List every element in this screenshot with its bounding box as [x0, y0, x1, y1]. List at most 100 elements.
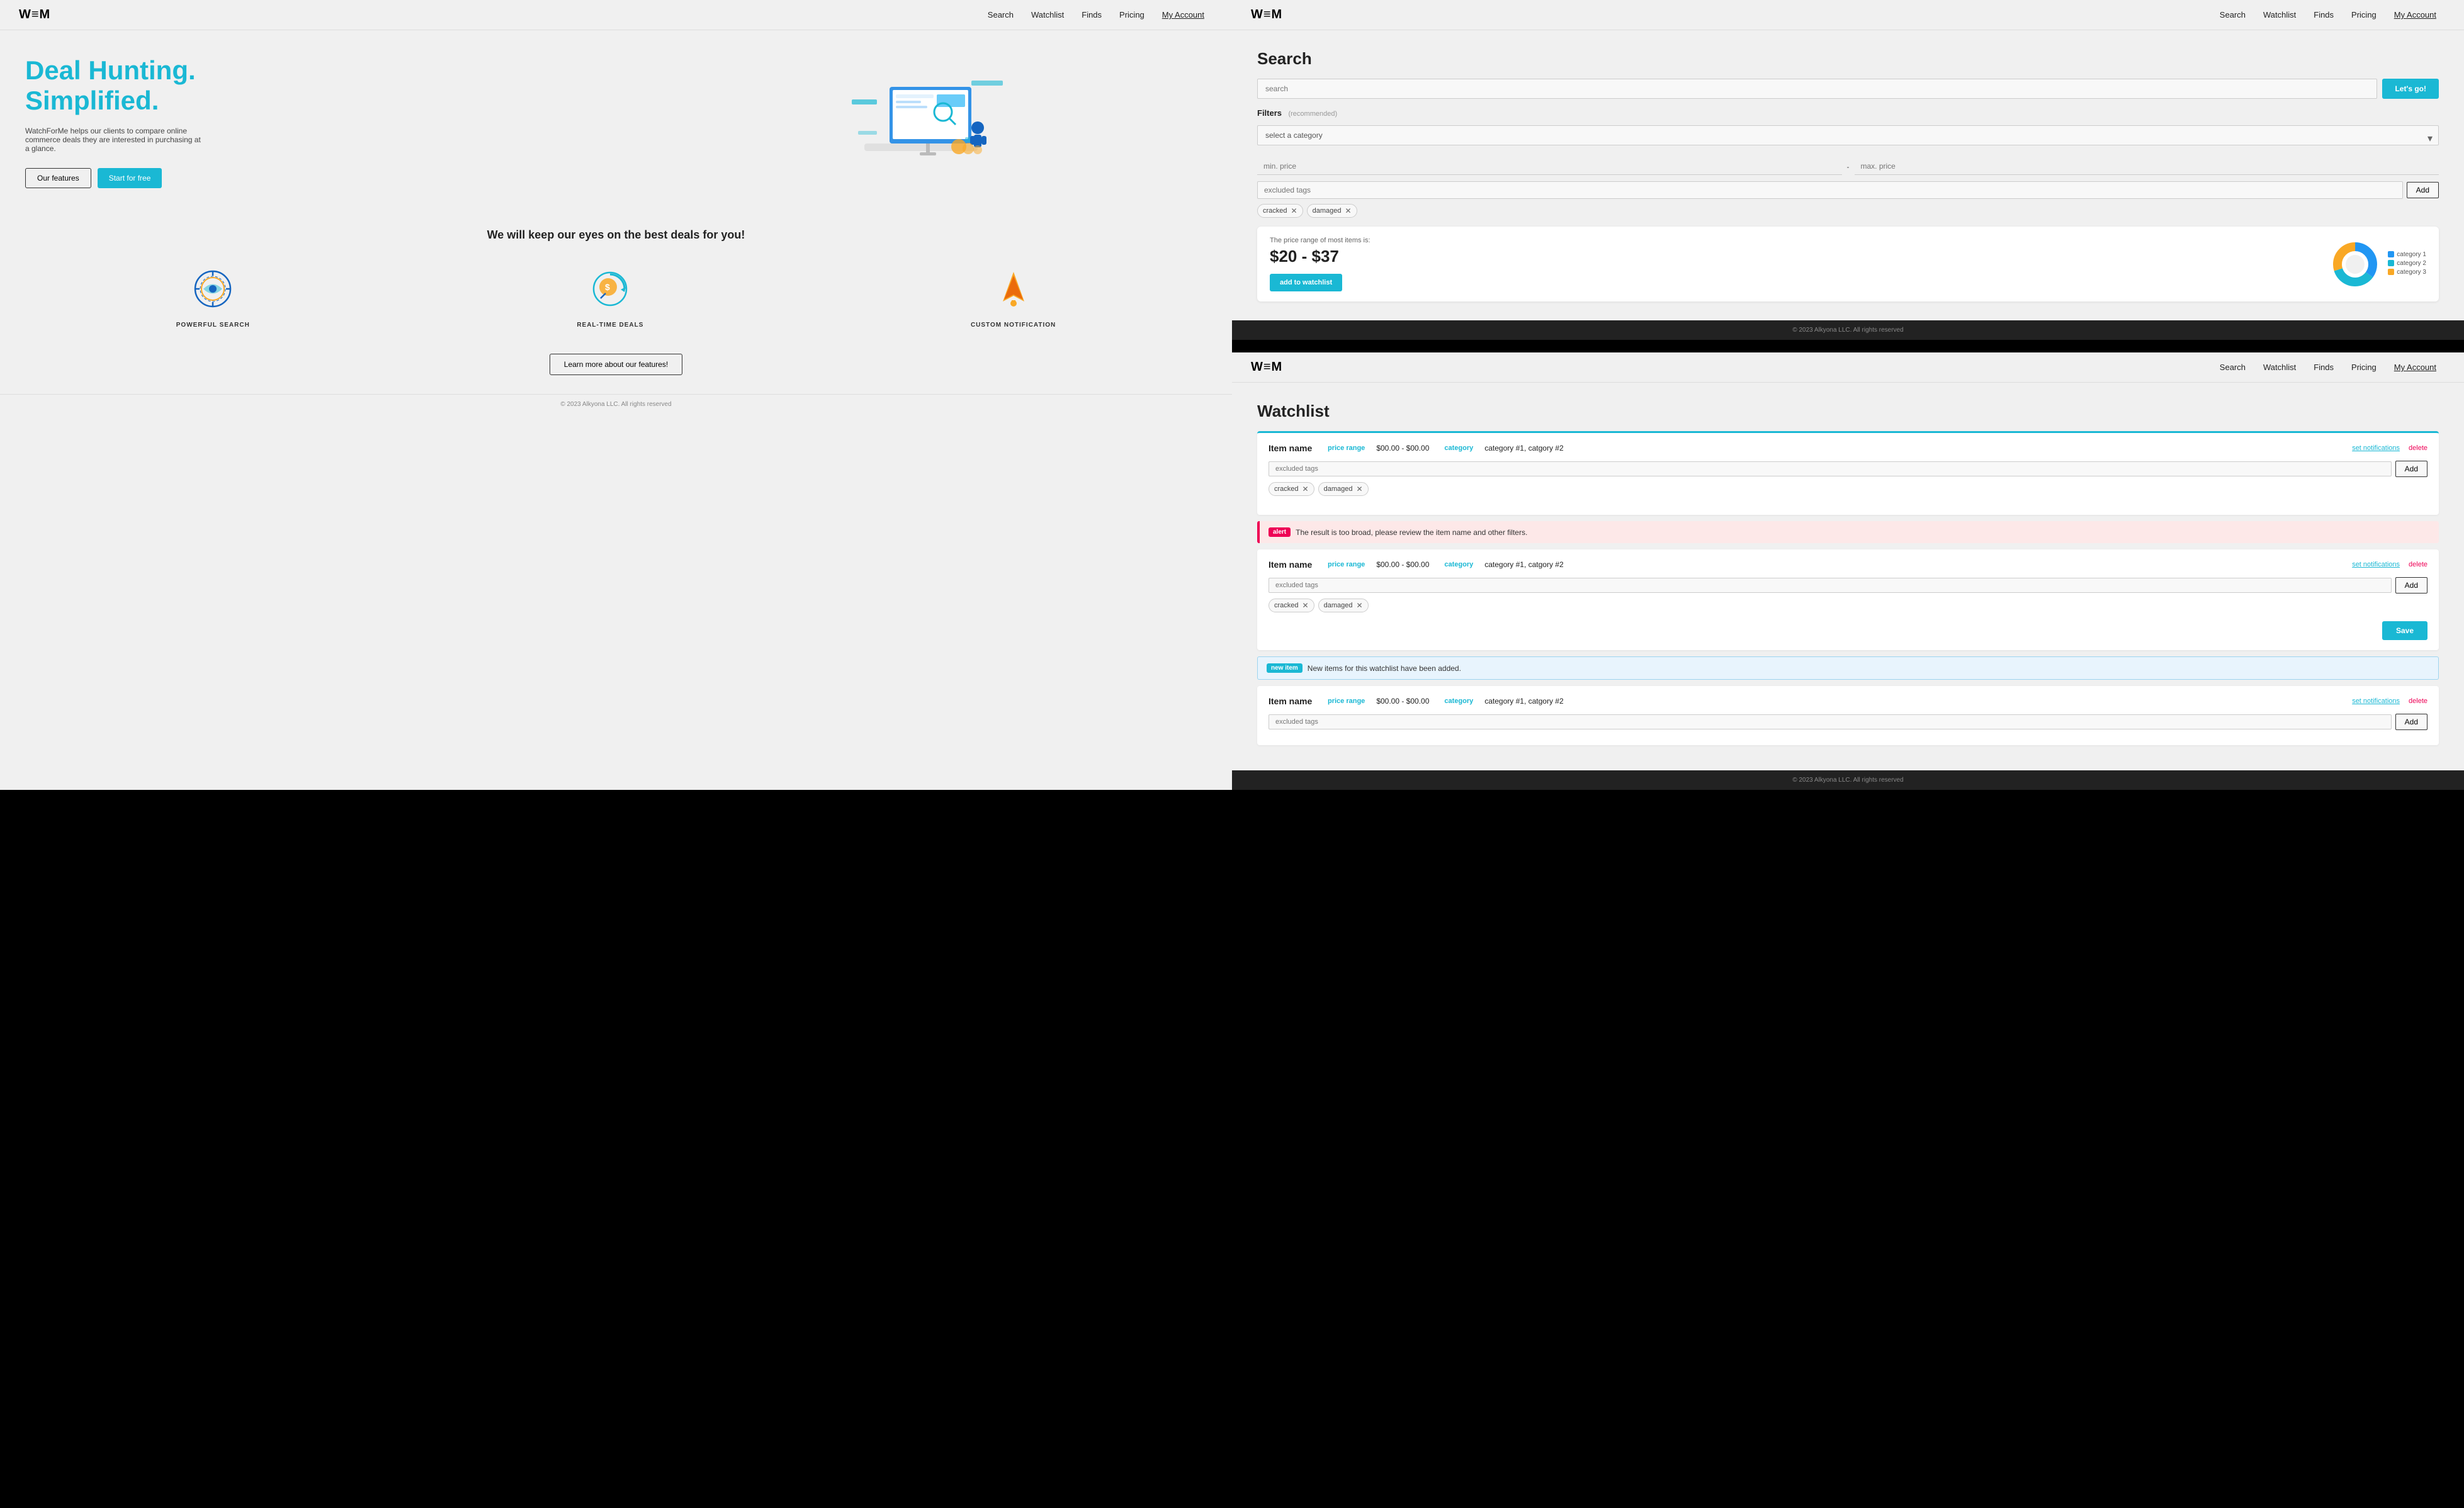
watchlist-item-1: Item name price range $00.00 - $00.00 ca… — [1257, 431, 2439, 515]
min-price-input[interactable] — [1257, 158, 1842, 175]
new-item-bar: new item New items for this watchlist ha… — [1257, 656, 2439, 680]
hero-headline: Deal Hunting. Simplified. — [25, 55, 623, 116]
item1-price-val: $00.00 - $00.00 — [1376, 444, 1429, 453]
rb-my-account[interactable]: My Account — [2394, 363, 2436, 372]
item1-set-notifications[interactable]: set notifications — [2352, 444, 2400, 452]
tags-list: cracked ✕ damaged ✕ — [1257, 204, 2439, 218]
item1-name: Item name — [1269, 443, 1319, 453]
custom-notification-icon — [992, 267, 1036, 311]
alert-message: The result is too broad, please review t… — [1296, 528, 1527, 537]
left-footer: © 2023 Alkyona LLC. All rights reserved — [0, 394, 1232, 414]
item2-cat-val: category #1, catgory #2 — [1484, 560, 1563, 569]
alert-label: alert — [1269, 527, 1291, 537]
feature-custom-notification: CUSTOM NOTIFICATION — [971, 267, 1056, 329]
save-button[interactable]: Save — [2382, 621, 2427, 640]
right-bottom-nav: W≡M Search Watchlist Finds Pricing My Ac… — [1232, 352, 2464, 383]
item2-set-notifications[interactable]: set notifications — [2352, 561, 2400, 568]
item1-remove-tag-cracked[interactable]: ✕ — [1303, 485, 1309, 493]
tag-chip-damaged: damaged ✕ — [1307, 204, 1357, 218]
left-my-account[interactable]: My Account — [1162, 10, 1204, 20]
start-button[interactable]: Start for free — [98, 168, 162, 188]
right-top-footer: © 2023 Alkyona LLC. All rights reserved — [1232, 320, 2464, 340]
search-page-title: Search — [1257, 49, 2439, 69]
learn-more-button[interactable]: Learn more about our features! — [550, 354, 682, 375]
new-item-message: New items for this watchlist have been a… — [1308, 664, 1461, 673]
item2-excluded-tags-input[interactable] — [1269, 578, 2392, 593]
item3-add-tag-button[interactable]: Add — [2395, 714, 2427, 730]
custom-notification-label: CUSTOM NOTIFICATION — [971, 322, 1056, 329]
price-range-value: $20 - $37 — [1270, 247, 1370, 266]
price-card-description: The price range of most items is: — [1270, 237, 1370, 244]
add-to-watchlist-button[interactable]: add to watchlist — [1270, 274, 1342, 291]
item2-remove-tag-cracked[interactable]: ✕ — [1303, 601, 1309, 610]
add-tag-button[interactable]: Add — [2407, 182, 2439, 198]
search-input[interactable] — [1257, 79, 2377, 99]
item3-name: Item name — [1269, 696, 1319, 706]
category-select[interactable]: select a category — [1257, 125, 2439, 145]
filters-recommended: (recommended) — [1288, 110, 1337, 118]
feature-powerful-search: POWERFUL SEARCH — [176, 267, 250, 329]
left-nav: W≡M Search Watchlist Finds Pricing My Ac… — [0, 0, 1232, 30]
watchlist-title: Watchlist — [1257, 402, 2439, 421]
max-price-input[interactable] — [1855, 158, 2439, 175]
price-range-card: The price range of most items is: $20 - … — [1257, 227, 2439, 301]
lets-go-button[interactable]: Let's go! — [2382, 79, 2439, 99]
legend-item-1: category 1 — [2388, 251, 2426, 258]
donut-chart — [2330, 239, 2380, 290]
tagline: We will keep our eyes on the best deals … — [13, 228, 1219, 242]
legend-dot-3 — [2388, 269, 2394, 275]
item1-remove-tag-damaged[interactable]: ✕ — [1356, 485, 1362, 493]
rb-nav-watchlist[interactable]: Watchlist — [2263, 363, 2296, 372]
item2-tag-damaged: damaged ✕ — [1318, 599, 1369, 612]
left-nav-finds[interactable]: Finds — [1082, 10, 1102, 20]
item2-delete[interactable]: delete — [2409, 561, 2427, 568]
item1-cat-val: category #1, catgory #2 — [1484, 444, 1563, 453]
watchlist-item-3: Item name price range $00.00 - $00.00 ca… — [1257, 686, 2439, 745]
item1-cat-label: category — [1444, 444, 1473, 452]
left-nav-pricing[interactable]: Pricing — [1119, 10, 1144, 20]
rt-nav-search[interactable]: Search — [2220, 10, 2246, 20]
hero-illustration — [827, 55, 1015, 194]
rt-my-account[interactable]: My Account — [2394, 10, 2436, 20]
item2-price-label: price range — [1328, 561, 1365, 568]
svg-text:$: $ — [605, 282, 610, 292]
rt-nav-watchlist[interactable]: Watchlist — [2263, 10, 2296, 20]
rt-nav-pricing[interactable]: Pricing — [2351, 10, 2376, 20]
rb-nav-pricing[interactable]: Pricing — [2351, 363, 2376, 372]
features-button[interactable]: Our features — [25, 168, 91, 188]
legend-item-2: category 2 — [2388, 260, 2426, 267]
powerful-search-icon — [191, 267, 235, 311]
black-gap — [1232, 340, 2464, 352]
powerful-search-label: POWERFUL SEARCH — [176, 322, 250, 329]
new-item-label: new item — [1267, 663, 1303, 673]
item2-remove-tag-damaged[interactable]: ✕ — [1356, 601, 1362, 610]
item1-delete[interactable]: delete — [2409, 444, 2427, 452]
right-top-logo: W≡M — [1251, 8, 1282, 22]
right-bottom-logo: W≡M — [1251, 360, 1282, 374]
remove-tag-cracked[interactable]: ✕ — [1291, 206, 1297, 215]
item3-delete[interactable]: delete — [2409, 697, 2427, 705]
alert-bar: alert The result is too broad, please re… — [1257, 521, 2439, 543]
item1-price-label: price range — [1328, 444, 1365, 452]
right-top-nav: W≡M Search Watchlist Finds Pricing My Ac… — [1232, 0, 2464, 30]
rb-nav-finds[interactable]: Finds — [2314, 363, 2334, 372]
left-nav-search[interactable]: Search — [988, 10, 1014, 20]
right-bottom-footer: © 2023 Alkyona LLC. All rights reserved — [1232, 770, 2464, 790]
rt-nav-finds[interactable]: Finds — [2314, 10, 2334, 20]
real-time-deals-icon: $ — [588, 267, 632, 311]
item3-excluded-tags-input[interactable] — [1269, 714, 2392, 729]
remove-tag-damaged[interactable]: ✕ — [1345, 206, 1351, 215]
item1-excluded-tags-input[interactable] — [1269, 461, 2392, 476]
item3-price-val: $00.00 - $00.00 — [1376, 697, 1429, 706]
left-logo: W≡M — [19, 8, 50, 22]
item2-tags-list: cracked ✕ damaged ✕ — [1269, 599, 2427, 612]
item2-add-tag-button[interactable]: Add — [2395, 577, 2427, 594]
item1-add-tag-button[interactable]: Add — [2395, 461, 2427, 477]
item3-set-notifications[interactable]: set notifications — [2352, 697, 2400, 705]
item2-tag-cracked: cracked ✕ — [1269, 599, 1314, 612]
left-nav-watchlist[interactable]: Watchlist — [1031, 10, 1064, 20]
excluded-tags-input[interactable] — [1257, 181, 2403, 199]
rb-nav-search[interactable]: Search — [2220, 363, 2246, 372]
item3-cat-label: category — [1444, 697, 1473, 705]
item1-tags-list: cracked ✕ damaged ✕ — [1269, 482, 2427, 496]
